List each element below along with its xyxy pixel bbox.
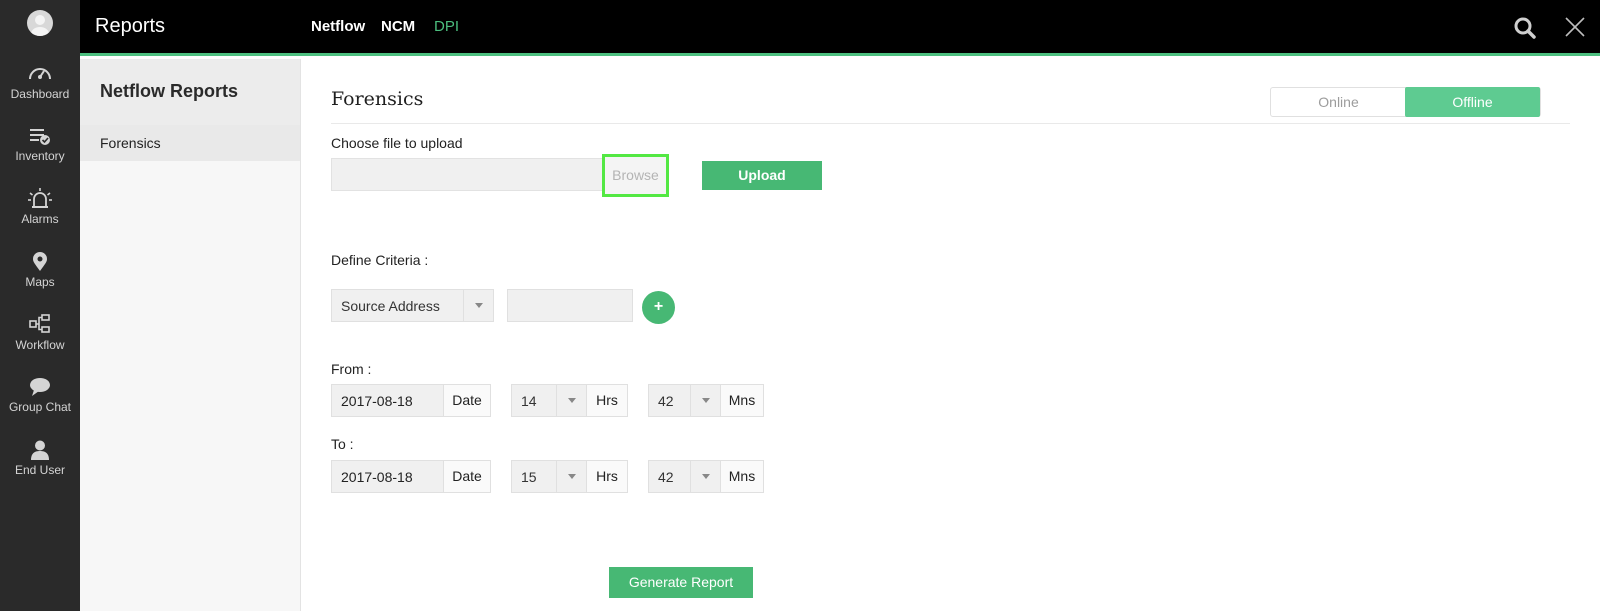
generate-report-button[interactable]: Generate Report <box>609 567 753 598</box>
chat-icon <box>30 378 50 396</box>
criteria-label: Define Criteria : <box>331 252 429 268</box>
nav-group-chat[interactable]: Group Chat <box>0 377 80 435</box>
sidebar-item-forensics[interactable]: Forensics <box>80 125 300 161</box>
add-criteria-button[interactable]: + <box>642 291 675 324</box>
tab-ncm[interactable]: NCM <box>381 18 415 35</box>
criteria-field-select[interactable]: Source Address <box>331 289 494 322</box>
to-label: To : <box>331 436 354 452</box>
top-bar: Reports Netflow NCM DPI <box>80 0 1600 56</box>
nav-alarms-label: Alarms <box>21 212 59 226</box>
left-rail: Dashboard Inventory Alarms Maps Workflow… <box>0 0 80 611</box>
to-hours-addon: Hrs <box>586 460 628 493</box>
from-minutes-select[interactable]: 42 <box>648 384 721 417</box>
user-avatar[interactable] <box>27 10 53 36</box>
offline-toggle[interactable]: Offline <box>1405 87 1540 117</box>
alarm-icon <box>28 188 52 208</box>
chevron-down-icon <box>556 385 586 416</box>
nav-workflow-label: Workflow <box>15 338 65 352</box>
criteria-value-input[interactable] <box>507 289 633 322</box>
page-title: Forensics <box>331 88 424 110</box>
online-toggle[interactable]: Online <box>1271 87 1406 117</box>
nav-alarms[interactable]: Alarms <box>0 187 80 245</box>
nav-maps[interactable]: Maps <box>0 252 80 310</box>
criteria-field-value: Source Address <box>341 298 440 314</box>
to-date-input[interactable]: 2017-08-18 <box>331 460 444 493</box>
to-hours-select[interactable]: 15 <box>511 460 587 493</box>
from-hours-addon: Hrs <box>586 384 628 417</box>
file-path-field[interactable] <box>331 158 603 191</box>
to-hours-value: 15 <box>521 469 537 485</box>
nav-workflow[interactable]: Workflow <box>0 313 80 371</box>
nav-inventory[interactable]: Inventory <box>0 126 80 184</box>
from-date-input[interactable]: 2017-08-18 <box>331 384 444 417</box>
close-icon[interactable] <box>1564 16 1586 38</box>
from-hours-value: 14 <box>521 393 537 409</box>
nav-dashboard[interactable]: Dashboard <box>0 62 80 120</box>
to-minutes-addon: Mns <box>720 460 764 493</box>
workflow-icon <box>29 314 50 333</box>
upload-button[interactable]: Upload <box>702 161 822 190</box>
to-date-addon: Date <box>443 460 491 493</box>
to-minutes-select[interactable]: 42 <box>648 460 721 493</box>
title-divider <box>331 123 1570 124</box>
chevron-down-icon <box>463 290 493 321</box>
from-date-value: 2017-08-18 <box>341 393 413 409</box>
upload-label: Choose file to upload <box>331 135 463 151</box>
tab-dpi[interactable]: DPI <box>434 18 459 35</box>
app-title: Reports <box>95 15 166 37</box>
search-icon[interactable] <box>1513 16 1537 40</box>
tab-netflow[interactable]: Netflow <box>311 18 365 35</box>
chevron-down-icon <box>556 461 586 492</box>
user-icon <box>31 440 49 460</box>
reports-sidebar: Netflow Reports Forensics <box>80 59 301 611</box>
browse-button[interactable]: Browse <box>602 154 669 197</box>
map-pin-icon <box>33 252 47 271</box>
from-minutes-value: 42 <box>658 393 674 409</box>
nav-end-user[interactable]: End User <box>0 440 80 498</box>
nav-inventory-label: Inventory <box>15 149 65 163</box>
nav-end-user-label: End User <box>14 463 66 477</box>
from-date-addon: Date <box>443 384 491 417</box>
mode-toggle: Online Offline <box>1270 87 1541 117</box>
chevron-down-icon <box>690 385 720 416</box>
nav-group-chat-label: Group Chat <box>8 400 72 414</box>
inventory-icon <box>30 129 50 145</box>
to-date-value: 2017-08-18 <box>341 469 413 485</box>
nav-dashboard-label: Dashboard <box>10 87 70 101</box>
from-minutes-addon: Mns <box>720 384 764 417</box>
to-minutes-value: 42 <box>658 469 674 485</box>
from-hours-select[interactable]: 14 <box>511 384 587 417</box>
gauge-icon <box>29 68 51 80</box>
chevron-down-icon <box>690 461 720 492</box>
sidebar-title: Netflow Reports <box>80 59 300 125</box>
nav-maps-label: Maps <box>25 275 55 289</box>
from-label: From : <box>331 361 372 377</box>
